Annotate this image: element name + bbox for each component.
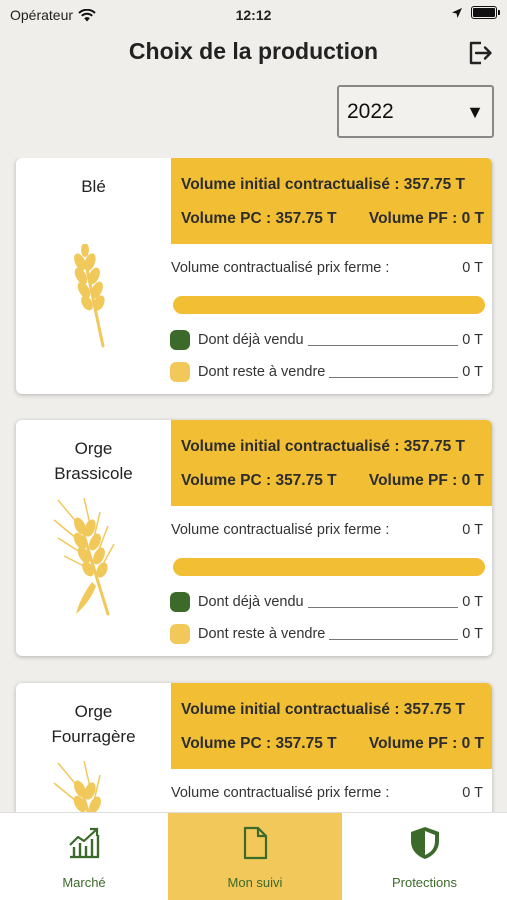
crop-name: Orge Fourragère [51, 702, 136, 746]
remaining-value: 0 T [462, 626, 483, 642]
pf-label: Volume contractualisé prix ferme : [171, 522, 390, 538]
progress-bar [173, 296, 485, 314]
remaining-value: 0 T [462, 364, 483, 380]
pf-label: Volume contractualisé prix ferme : [171, 785, 390, 801]
leader-line [307, 334, 459, 346]
crop-card-left: Orge Brassicole [16, 420, 171, 656]
barley-icon [53, 498, 115, 616]
legend-sold: Dont déjà vendu 0 T [170, 329, 483, 351]
pf-value: 0 T [462, 260, 483, 276]
sold-label: Dont déjà vendu [198, 594, 304, 610]
pf-value: 0 T [462, 522, 483, 538]
crop-card-header: Volume initial contractualisé : 357.75 T… [171, 158, 492, 244]
status-indicators [451, 6, 500, 19]
status-time: 12:12 [235, 7, 272, 23]
document-icon [243, 826, 268, 860]
crop-card-orge-fourragere[interactable]: Orge Fourragère Volume initial contractu… [16, 683, 492, 812]
volume-pf: Volume PF : 0 T [368, 735, 484, 752]
crop-list[interactable]: Blé Volume initial contractualisé : 357.… [0, 158, 507, 812]
initial-volume: Volume initial contractualisé : 357.75 T [181, 438, 465, 455]
volume-pf: Volume PF : 0 T [368, 472, 484, 489]
sold-value: 0 T [462, 594, 483, 610]
tab-label: Marché [62, 875, 106, 890]
remaining-swatch [170, 362, 190, 382]
pf-label: Volume contractualisé prix ferme : [171, 260, 390, 276]
tab-label: Mon suivi [227, 875, 283, 890]
year-select[interactable]: 2022 ▼ [337, 85, 494, 138]
sold-value: 0 T [462, 332, 483, 348]
page-title: Choix de la production [128, 38, 379, 64]
leader-line [329, 366, 459, 378]
crop-card-orge-brassicole[interactable]: Orge Brassicole Volume initial contractu… [16, 420, 492, 656]
barley-icon [53, 761, 101, 812]
sold-label: Dont déjà vendu [198, 332, 304, 348]
tab-marche[interactable]: Marché [0, 813, 168, 900]
pf-value: 0 T [462, 785, 483, 801]
sold-swatch [170, 592, 190, 612]
crop-name: Blé [81, 177, 106, 196]
initial-volume: Volume initial contractualisé : 357.75 T [181, 701, 465, 718]
tab-mon-suivi[interactable]: Mon suivi [168, 813, 342, 900]
leader-line [307, 596, 459, 608]
crop-name: Orge Brassicole [54, 439, 133, 483]
remaining-label: Dont reste à vendre [198, 364, 326, 380]
leader-line [329, 628, 459, 640]
legend-remaining: Dont reste à vendre 0 T [170, 361, 483, 383]
crop-card-header: Volume initial contractualisé : 357.75 T… [171, 420, 492, 506]
volume-pc: Volume PC : 357.75 T [181, 735, 337, 752]
initial-volume: Volume initial contractualisé : 357.75 T [181, 176, 465, 193]
remaining-swatch [170, 624, 190, 644]
volume-pf: Volume PF : 0 T [368, 210, 484, 227]
year-select-value: 2022 [347, 99, 394, 123]
battery-icon [471, 6, 500, 19]
sold-swatch [170, 330, 190, 350]
legend-remaining: Dont reste à vendre 0 T [170, 623, 483, 645]
shield-icon [410, 827, 439, 859]
chart-icon [69, 827, 100, 859]
dropdown-arrow-icon: ▼ [466, 102, 484, 122]
crop-card-ble[interactable]: Blé Volume initial contractualisé : 357.… [16, 158, 492, 394]
volume-pc: Volume PC : 357.75 T [181, 472, 337, 489]
progress-bar [173, 558, 485, 576]
location-icon [452, 7, 462, 18]
logout-icon[interactable] [467, 40, 493, 66]
wheat-icon [74, 244, 105, 348]
tab-label: Protections [391, 875, 458, 890]
crop-card-left: Blé [16, 158, 171, 394]
crop-card-left: Orge Fourragère [16, 683, 171, 812]
legend-sold: Dont déjà vendu 0 T [170, 591, 483, 613]
crop-card-header: Volume initial contractualisé : 357.75 T… [171, 683, 492, 769]
remaining-label: Dont reste à vendre [198, 626, 326, 642]
tab-bar: Marché Mon suivi Protections [0, 812, 507, 900]
volume-pc: Volume PC : 357.75 T [181, 210, 337, 227]
status-bar: Opérateur 12:12 [0, 0, 507, 30]
tab-protections[interactable]: Protections [342, 813, 507, 900]
